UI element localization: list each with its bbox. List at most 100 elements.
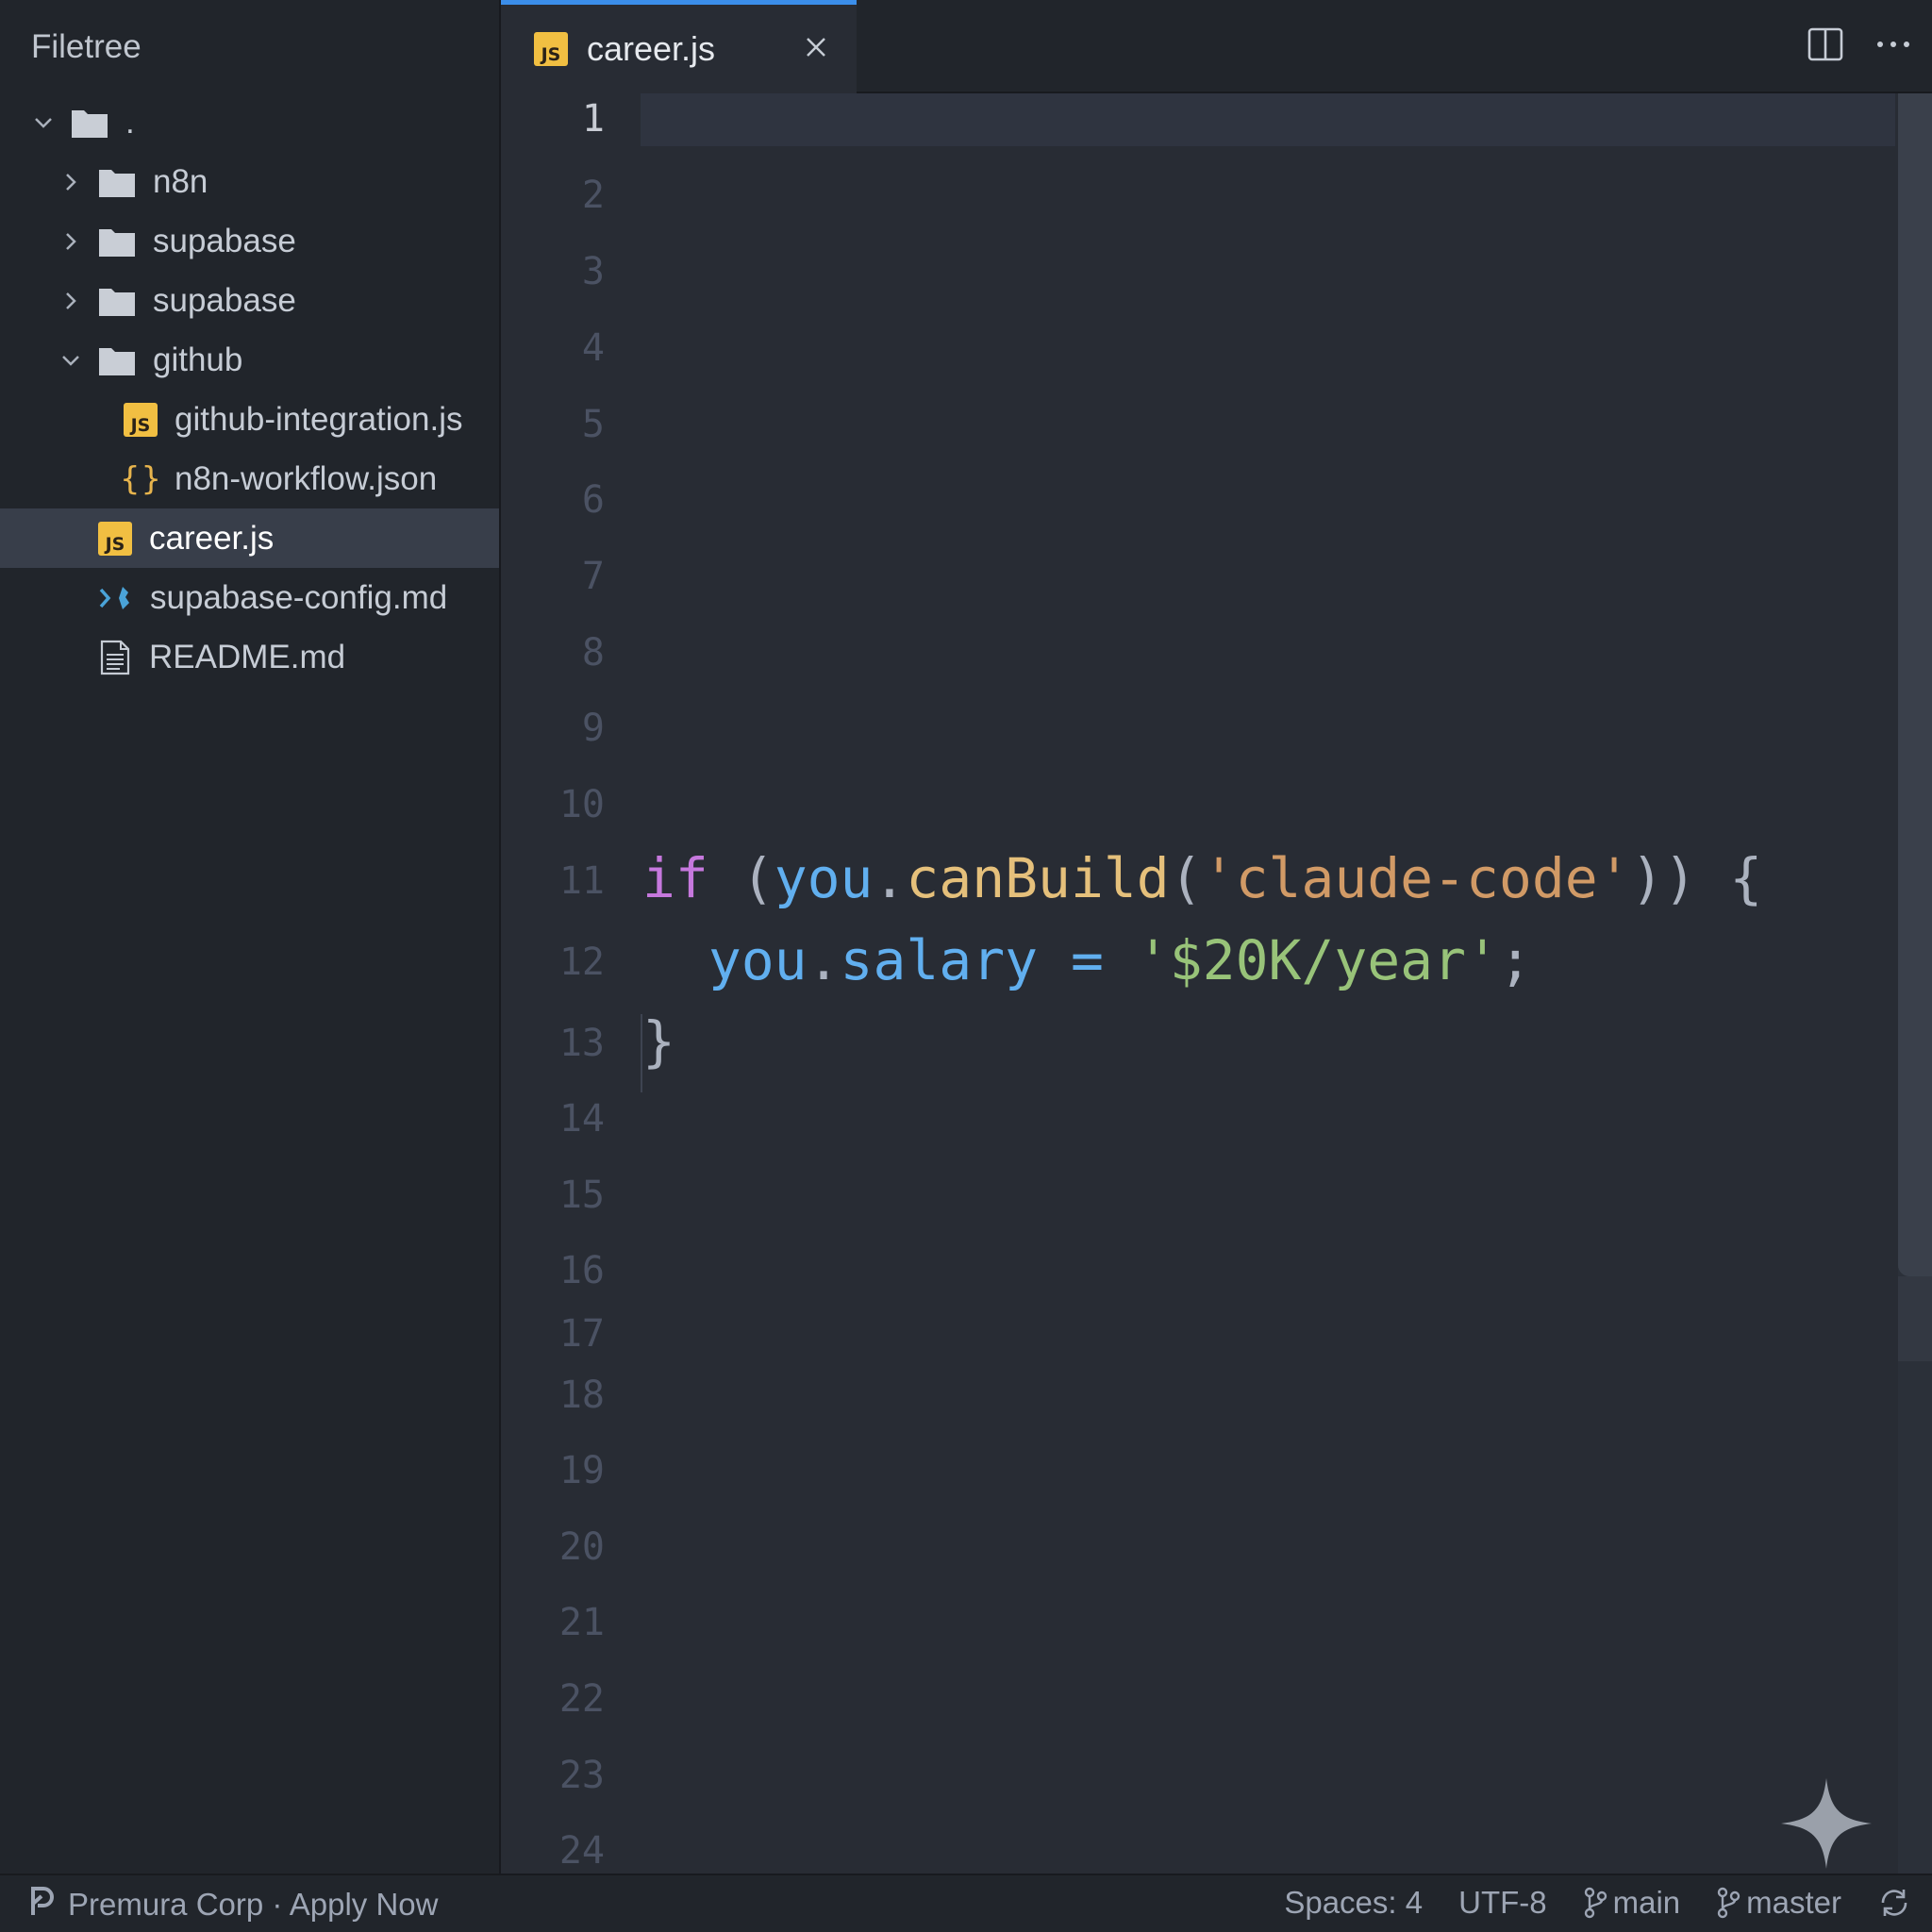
line-number: 7 <box>581 555 605 598</box>
code-line-13: } <box>642 1008 675 1074</box>
tree-folder-supabase-2[interactable]: supabase <box>0 271 499 330</box>
status-branch-master[interactable]: master <box>1716 1885 1841 1921</box>
tree-file-github-integration[interactable]: JS github-integration.js <box>0 390 499 449</box>
brand-logo-icon <box>28 1885 57 1924</box>
line-number: 17 <box>558 1312 605 1356</box>
sparkle-icon <box>1779 1776 1874 1871</box>
code-line-11: if (you.canBuild('claude-code')) { <box>642 845 1762 911</box>
chevron-right-icon[interactable] <box>58 228 84 255</box>
folder-icon <box>97 282 137 320</box>
line-number: 3 <box>581 250 605 293</box>
line-number: 24 <box>558 1829 605 1873</box>
line-number: 8 <box>581 631 605 675</box>
status-apply-link[interactable]: Premura Corp · Apply Now <box>68 1887 438 1923</box>
line-number: 20 <box>558 1525 605 1569</box>
tree-item-label: n8n-workflow.json <box>175 460 438 497</box>
document-icon <box>97 639 133 676</box>
code-token-keyword: if <box>642 846 708 910</box>
line-number: 15 <box>558 1174 605 1217</box>
line-number: 16 <box>558 1249 605 1292</box>
status-bar: Premura Corp · Apply Now Spaces: 4 UTF-8… <box>0 1874 1932 1932</box>
status-encoding[interactable]: UTF-8 <box>1458 1885 1547 1921</box>
code-token-punctuation: . <box>873 846 907 910</box>
code-token-punctuation: ( <box>708 846 774 910</box>
tree-item-label: supabase <box>153 223 296 259</box>
tree-file-career[interactable]: JS career.js <box>0 508 499 568</box>
line-number: 6 <box>581 478 605 522</box>
tree-item-label: github <box>153 341 243 378</box>
tab-career-js[interactable]: JS career.js <box>501 0 857 93</box>
code-token-variable: you <box>774 846 874 910</box>
json-file-icon: {} <box>120 459 163 498</box>
tree-file-n8n-workflow[interactable]: {} n8n-workflow.json <box>0 449 499 508</box>
tree-folder-root[interactable]: . <box>0 92 499 152</box>
tree-item-label: career.js <box>149 520 275 557</box>
code-token-punctuation: . <box>807 928 841 992</box>
code-line-12: you.salary = '$20K/year'; <box>642 927 1532 993</box>
tree-file-supabase-config[interactable]: supabase-config.md <box>0 568 499 627</box>
line-number: 23 <box>558 1754 605 1797</box>
split-editor-icon[interactable] <box>1806 21 1845 68</box>
code-token-operator: = <box>1038 928 1137 992</box>
code-token-method: canBuild <box>906 846 1170 910</box>
tree-item-label: supabase-config.md <box>150 579 448 616</box>
line-number: 11 <box>558 859 605 903</box>
line-number: 2 <box>581 174 605 217</box>
git-branch-icon <box>1584 1887 1607 1919</box>
chevron-down-icon[interactable] <box>30 109 57 136</box>
file-tree-sidebar: Filetree . n8n supabase supabase github … <box>0 0 501 1874</box>
code-token-indent <box>642 928 708 992</box>
scrollbar-thumb[interactable] <box>1898 93 1932 1276</box>
chevron-right-icon[interactable] <box>58 169 84 195</box>
line-number: 9 <box>581 707 605 750</box>
tree-item-label: n8n <box>153 163 208 200</box>
tree-item-label: github-integration.js <box>175 401 463 438</box>
line-number: 1 <box>581 97 605 141</box>
tree-folder-n8n[interactable]: n8n <box>0 152 499 211</box>
status-left[interactable]: Premura Corp · Apply Now <box>28 1885 438 1924</box>
file-tree: . n8n supabase supabase github JS github… <box>0 92 499 687</box>
chevron-down-icon[interactable] <box>58 347 84 374</box>
code-token-string: '$20K/year' <box>1136 928 1499 992</box>
tree-folder-github[interactable]: github <box>0 330 499 390</box>
tree-file-readme[interactable]: README.md <box>0 627 499 687</box>
code-token-property: salary <box>840 928 1039 992</box>
line-number: 19 <box>558 1449 605 1492</box>
current-line-highlight <box>641 93 1895 146</box>
close-icon[interactable] <box>802 33 830 61</box>
line-number: 4 <box>581 326 605 370</box>
editor-actions <box>1806 21 1913 68</box>
code-editor[interactable]: 1 2 3 4 5 6 7 8 9 10 11 12 13 14 15 16 1… <box>501 93 1932 1874</box>
tab-bar: JS career.js <box>501 0 1932 93</box>
line-number: 21 <box>558 1601 605 1644</box>
line-number: 14 <box>558 1097 605 1141</box>
code-token-punctuation: } <box>642 1009 675 1074</box>
sync-icon[interactable] <box>1877 1886 1911 1920</box>
tab-label: career.js <box>587 29 716 68</box>
line-number: 12 <box>558 941 605 984</box>
sidebar-title: Filetree <box>31 28 142 65</box>
line-number: 18 <box>558 1374 605 1417</box>
code-token-string: 'claude-code' <box>1202 846 1631 910</box>
editor-window: Filetree . n8n supabase supabase github … <box>0 0 1932 1932</box>
chevron-right-icon[interactable] <box>58 288 84 314</box>
tree-folder-supabase[interactable]: supabase <box>0 211 499 271</box>
vertical-scrollbar[interactable] <box>1898 93 1932 1874</box>
folder-icon <box>97 223 137 260</box>
js-file-icon: JS <box>123 401 158 439</box>
folder-icon <box>97 163 137 201</box>
status-right: Spaces: 4 UTF-8 main master <box>1248 1885 1911 1921</box>
line-number-gutter: 1 2 3 4 5 6 7 8 9 10 11 12 13 14 15 16 1… <box>501 93 605 1874</box>
more-actions-icon[interactable] <box>1874 21 1913 68</box>
line-number: 22 <box>558 1677 605 1721</box>
branch-label: master <box>1746 1885 1841 1920</box>
status-indentation[interactable]: Spaces: 4 <box>1284 1885 1423 1921</box>
git-branch-icon <box>1717 1887 1740 1919</box>
line-number: 5 <box>581 403 605 446</box>
js-file-icon: JS <box>534 32 568 66</box>
markdown-file-icon <box>97 579 137 617</box>
line-number: 10 <box>558 783 605 826</box>
code-token-punctuation: )) { <box>1630 846 1763 910</box>
folder-icon <box>70 104 109 142</box>
status-branch-main[interactable]: main <box>1583 1885 1680 1921</box>
